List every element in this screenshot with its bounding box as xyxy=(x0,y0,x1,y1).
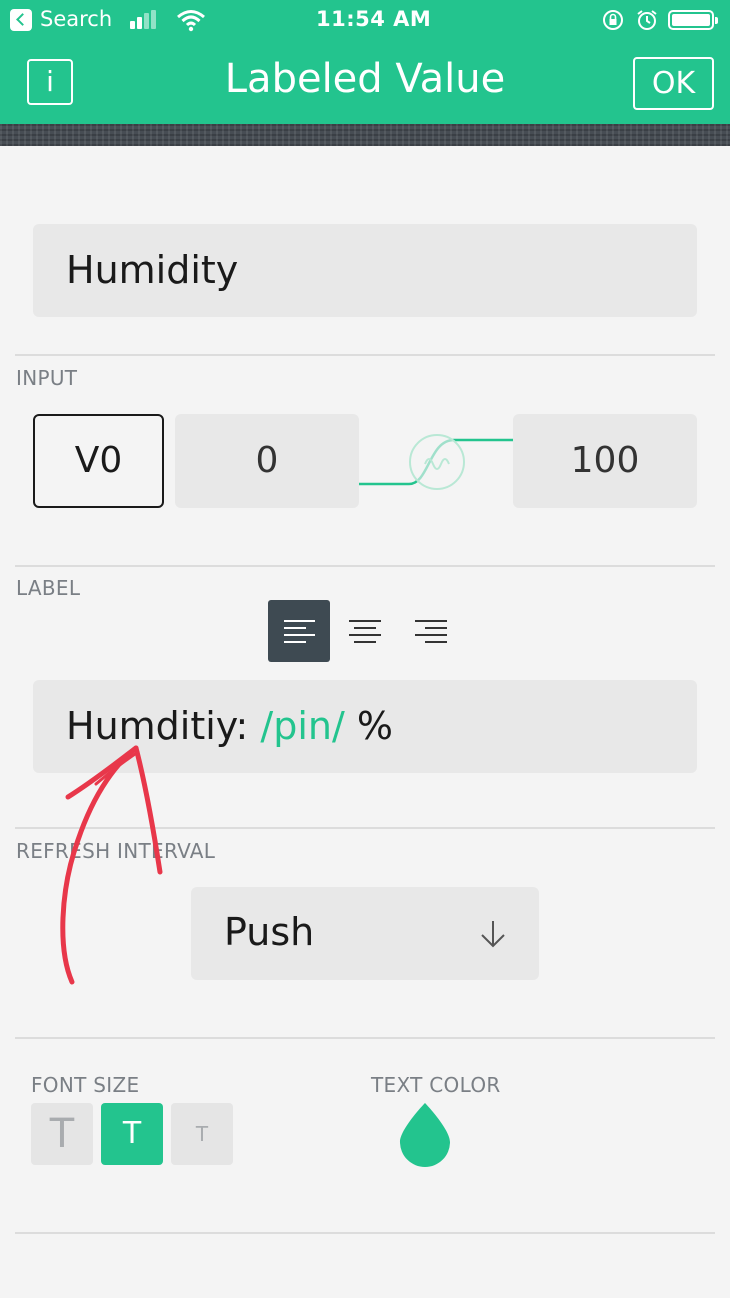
status-bar: Search 11:54 AM xyxy=(0,0,730,40)
color-drop-icon[interactable] xyxy=(398,1101,452,1167)
font-size-small-button[interactable]: T xyxy=(171,1103,233,1165)
ok-button[interactable]: OK xyxy=(633,57,714,110)
font-size-label: FONT SIZE xyxy=(31,1073,140,1097)
align-center-button[interactable] xyxy=(334,600,396,662)
font-size-medium-glyph: T xyxy=(122,1116,142,1151)
max-value-input[interactable]: 100 xyxy=(513,414,697,508)
clock-time: 11:54 AM xyxy=(316,7,432,31)
label-format-input[interactable]: Humditiy: /pin/ % xyxy=(33,680,697,773)
text-color-label: TEXT COLOR xyxy=(371,1073,501,1097)
font-size-large-button[interactable]: T xyxy=(31,1103,93,1165)
battery-icon xyxy=(668,10,718,30)
wifi-icon xyxy=(177,10,205,32)
label-pin-token: /pin/ xyxy=(260,704,345,748)
refresh-interval-value: Push xyxy=(224,910,315,954)
font-size-large-glyph: T xyxy=(49,1111,75,1157)
orientation-lock-icon xyxy=(603,10,623,30)
divider xyxy=(15,1232,715,1234)
mapping-curve-icon xyxy=(359,434,513,490)
pin-select-button[interactable]: V0 xyxy=(33,414,164,508)
divider xyxy=(15,1037,715,1039)
divider xyxy=(15,354,715,356)
back-arrow-icon[interactable] xyxy=(10,9,32,31)
back-to-search-link[interactable]: Search xyxy=(40,7,112,31)
input-section-label: INPUT xyxy=(16,366,78,390)
label-format-text: Humditiy: /pin/ % xyxy=(66,704,393,748)
arrow-down-icon xyxy=(481,921,505,948)
refresh-interval-select[interactable]: Push xyxy=(191,887,539,980)
min-value-input[interactable]: 0 xyxy=(175,414,359,508)
font-size-small-glyph: T xyxy=(195,1122,209,1146)
header-texture-strip xyxy=(0,124,730,146)
font-size-medium-button[interactable]: T xyxy=(101,1103,163,1165)
info-button[interactable]: i xyxy=(27,59,73,105)
divider xyxy=(15,565,715,567)
align-right-button[interactable] xyxy=(400,600,462,662)
refresh-interval-label: REFRESH INTERVAL xyxy=(16,839,216,863)
divider xyxy=(15,827,715,829)
label-text-prefix: Humditiy: xyxy=(66,704,261,748)
label-section-label: LABEL xyxy=(16,576,81,600)
label-text-suffix: % xyxy=(344,704,393,748)
alarm-icon xyxy=(637,10,657,30)
page-title: Labeled Value xyxy=(224,56,506,102)
align-left-button[interactable] xyxy=(268,600,330,662)
widget-name-value: Humidity xyxy=(66,248,239,292)
widget-name-input[interactable]: Humidity xyxy=(33,224,697,317)
